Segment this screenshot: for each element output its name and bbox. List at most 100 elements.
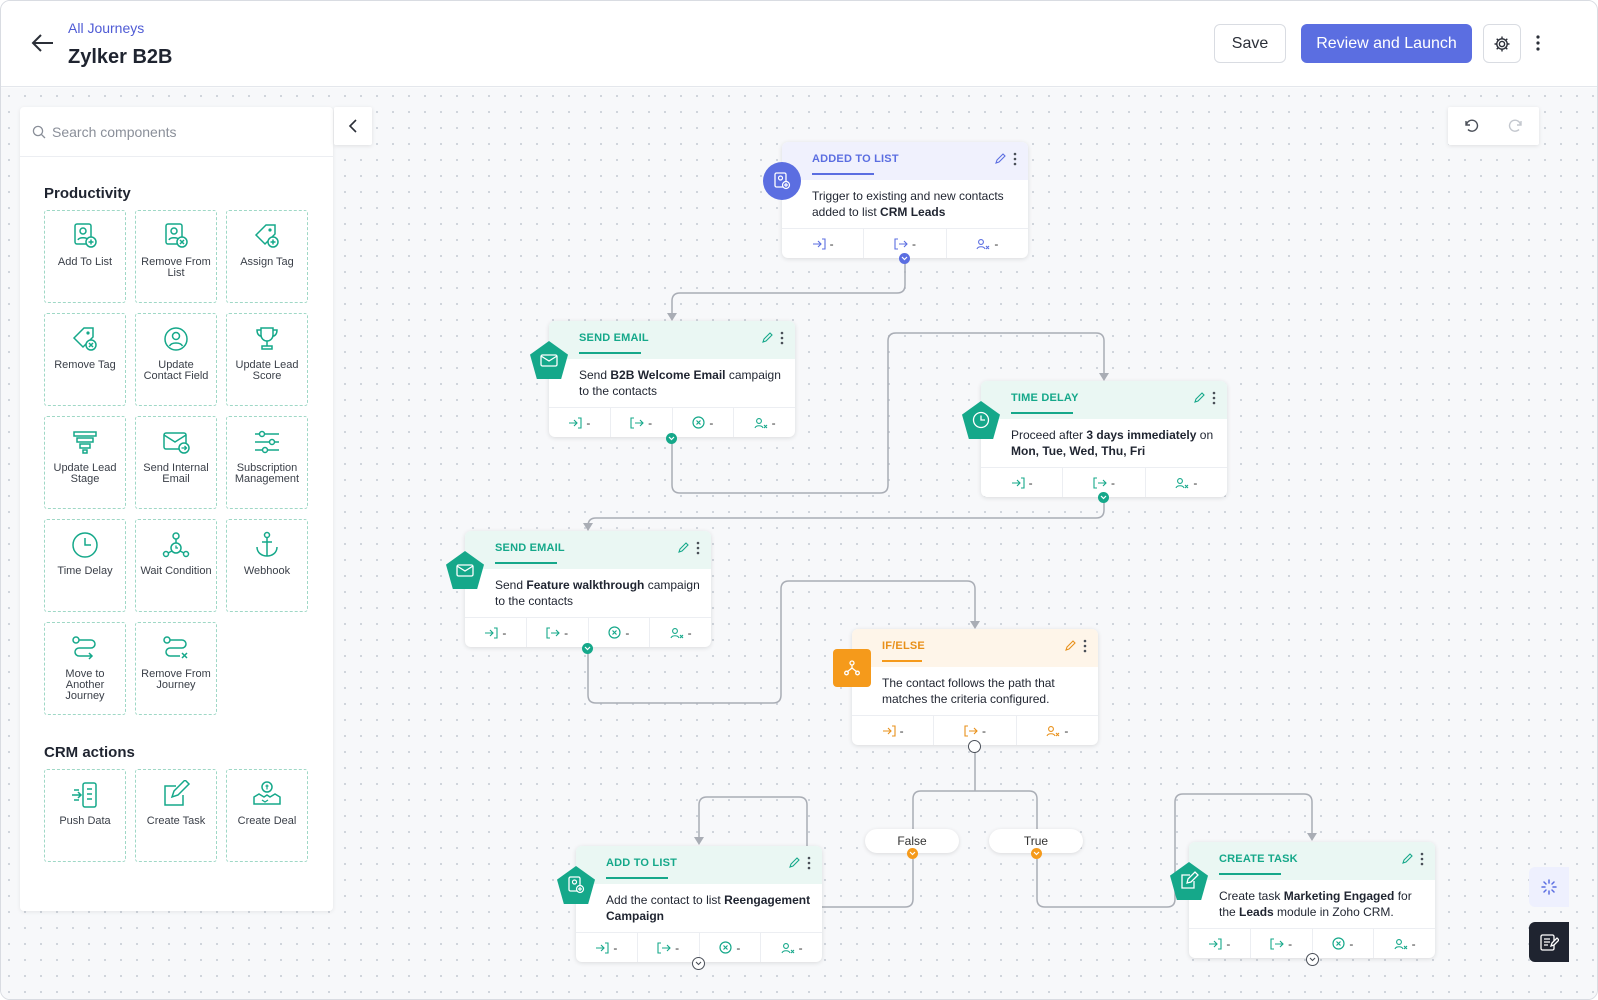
contacts-icon xyxy=(976,238,990,249)
component-send-internal-email[interactable]: Send Internal Email xyxy=(135,416,217,509)
undo-icon xyxy=(1464,119,1478,132)
spinner-icon xyxy=(1541,879,1557,895)
envelope-icon xyxy=(163,432,190,454)
node-connector-handle[interactable] xyxy=(666,433,677,444)
node-kebab-icon[interactable] xyxy=(1083,639,1087,653)
move-journey-icon xyxy=(72,636,96,660)
added-to-list-node-icon xyxy=(763,162,801,200)
component-label: Wait Condition xyxy=(140,565,212,577)
stat-exited: - xyxy=(1251,929,1313,958)
loading-widget-button[interactable] xyxy=(1529,867,1569,907)
stat-exited: - xyxy=(527,618,589,647)
contacts-icon xyxy=(1046,725,1060,736)
component-push-data[interactable]: Push Data xyxy=(44,769,126,862)
node-kebab-icon[interactable] xyxy=(807,856,811,870)
edit-icon[interactable] xyxy=(1401,853,1413,865)
node-description: Send B2B Welcome Email campaign to the c… xyxy=(579,368,781,398)
node-type-label: IF/ELSE xyxy=(882,640,925,652)
clock-icon xyxy=(72,532,98,558)
enter-icon xyxy=(812,237,826,250)
sliders-icon xyxy=(255,430,279,454)
connector-ifelse-split xyxy=(912,752,1038,829)
component-update-contact-field[interactable]: Update Contact Field xyxy=(135,313,217,406)
component-time-delay[interactable]: Time Delay xyxy=(44,519,126,612)
contacts-icon xyxy=(1175,477,1189,488)
component-update-lead-score[interactable]: Update Lead Score xyxy=(226,313,308,406)
stat-failed: - xyxy=(673,408,735,437)
component-assign-tag[interactable]: Assign Tag xyxy=(226,210,308,303)
contacts-icon xyxy=(754,417,768,428)
node-send-email-welcome[interactable]: SEND EMAIL Send B2B Welcome Email campai… xyxy=(549,321,795,437)
edit-icon[interactable] xyxy=(761,332,773,344)
add-to-list-icon xyxy=(74,223,97,248)
node-connector-handle[interactable] xyxy=(582,643,593,654)
component-remove-tag[interactable]: Remove Tag xyxy=(44,313,126,406)
push-data-icon xyxy=(72,782,97,808)
node-send-email-walkthrough[interactable]: SEND EMAIL Send Feature walkthrough camp… xyxy=(465,531,711,647)
exit-icon xyxy=(657,941,671,954)
node-type-underline xyxy=(1011,412,1073,414)
component-label: Move to Another Journey xyxy=(65,668,105,702)
component-create-deal[interactable]: Create Deal xyxy=(226,769,308,862)
search-input[interactable] xyxy=(52,123,302,140)
component-wait-condition[interactable]: Wait Condition xyxy=(135,519,217,612)
node-added-to-list[interactable]: ADDED TO LIST Trigger to existing and ne… xyxy=(782,142,1028,258)
edit-icon[interactable] xyxy=(1193,392,1205,404)
branch-false-handle[interactable] xyxy=(907,848,918,859)
redo-button[interactable] xyxy=(1493,107,1538,145)
collapse-sidebar-button[interactable] xyxy=(334,107,372,145)
node-add-to-list[interactable]: ADD TO LIST Add the contact to list Reen… xyxy=(576,846,822,962)
edit-icon[interactable] xyxy=(994,153,1006,165)
node-time-delay[interactable]: TIME DELAY Proceed after 3 days immediat… xyxy=(981,381,1227,497)
stat-failed: - xyxy=(700,933,762,962)
node-type-underline xyxy=(606,877,668,879)
component-update-lead-stage[interactable]: Update Lead Stage xyxy=(44,416,126,509)
edit-icon[interactable] xyxy=(677,542,689,554)
node-type-underline xyxy=(882,660,922,662)
node-kebab-icon[interactable] xyxy=(696,541,700,555)
stat-entered: - xyxy=(465,618,527,647)
component-label: Create Deal xyxy=(237,815,297,827)
stat-entered: - xyxy=(782,229,865,258)
edit-icon[interactable] xyxy=(1064,640,1076,652)
node-kebab-icon[interactable] xyxy=(1013,152,1017,166)
branch-true-handle[interactable] xyxy=(1031,848,1042,859)
trophy-icon xyxy=(256,327,278,350)
component-remove-from-journey[interactable]: Remove From Journey xyxy=(135,622,217,715)
component-subscription-management[interactable]: Subscription Management xyxy=(226,416,308,509)
notes-widget-button[interactable] xyxy=(1529,922,1569,962)
node-connector-handle[interactable] xyxy=(899,253,910,264)
component-label: Update Lead Stage xyxy=(53,462,117,485)
component-label: Webhook xyxy=(243,565,291,577)
search-bar xyxy=(20,107,333,157)
node-type-label: CREATE TASK xyxy=(1219,853,1298,865)
component-create-task[interactable]: Create Task xyxy=(135,769,217,862)
node-connector-handle[interactable] xyxy=(1306,953,1319,966)
node-kebab-icon[interactable] xyxy=(1212,391,1216,405)
cancel-circle-icon xyxy=(1332,937,1345,950)
contacts-icon xyxy=(781,942,795,953)
component-move-to-another-journey[interactable]: Move to Another Journey xyxy=(44,622,126,715)
enter-icon xyxy=(1209,937,1222,950)
components-sidebar: Productivity Add To List Remove From Lis… xyxy=(20,107,333,911)
exit-icon xyxy=(1093,476,1107,489)
stat-contacts: - xyxy=(1374,929,1435,958)
node-kebab-icon[interactable] xyxy=(1420,852,1424,866)
node-kebab-icon[interactable] xyxy=(780,331,784,345)
component-add-to-list[interactable]: Add To List xyxy=(44,210,126,303)
node-if-else[interactable]: IF/ELSE The contact follows the path tha… xyxy=(852,629,1098,745)
deal-handshake-icon xyxy=(253,781,281,805)
undo-button[interactable] xyxy=(1448,107,1493,145)
branch-split-handle[interactable] xyxy=(968,740,981,753)
component-label: Subscription Management xyxy=(234,462,300,485)
component-remove-from-list[interactable]: Remove From List xyxy=(135,210,217,303)
chevron-left-icon xyxy=(348,119,357,133)
node-type-underline xyxy=(495,562,557,564)
edit-icon[interactable] xyxy=(788,857,800,869)
node-connector-handle[interactable] xyxy=(1098,492,1109,503)
node-create-task[interactable]: CREATE TASK Create task Marketing Engage… xyxy=(1189,842,1435,958)
contacts-icon xyxy=(1394,938,1408,949)
node-connector-handle[interactable] xyxy=(692,957,705,970)
component-webhook[interactable]: Webhook xyxy=(226,519,308,612)
remove-journey-icon xyxy=(163,636,188,659)
